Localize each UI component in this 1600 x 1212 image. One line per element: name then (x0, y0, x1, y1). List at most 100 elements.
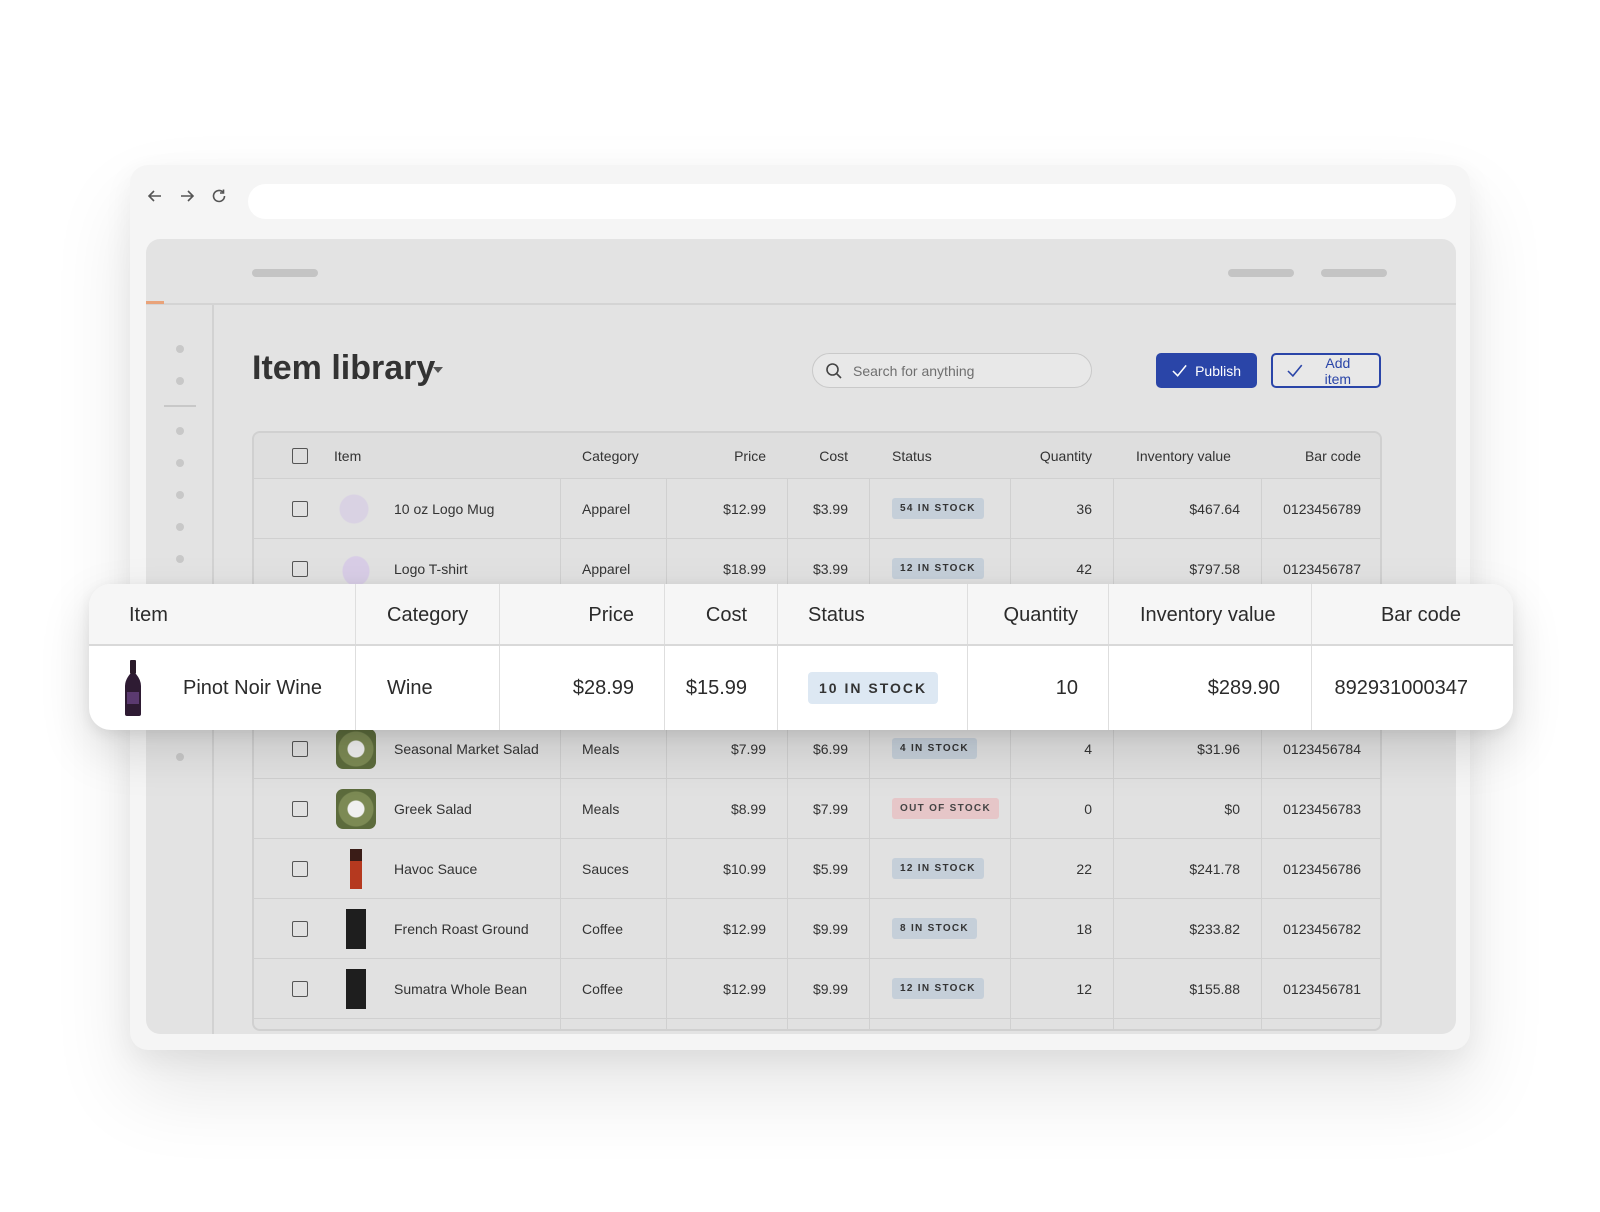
item-name[interactable]: French Roast Ground (394, 921, 529, 937)
item-cost: $9.99 (812, 980, 848, 997)
item-name[interactable]: Havoc Sauce (394, 861, 477, 877)
item-quantity: 42 (1076, 560, 1092, 577)
caret-down-icon[interactable] (433, 367, 443, 373)
topbar-placeholder (1228, 269, 1294, 277)
sidebar-item[interactable] (176, 491, 184, 499)
item-quantity: 22 (1076, 860, 1092, 877)
page-title: Item library (252, 349, 436, 387)
reload-icon[interactable] (210, 187, 228, 205)
item-quantity: 4 (1084, 740, 1092, 757)
select-all-checkbox[interactable] (292, 447, 308, 464)
row-checkbox[interactable] (292, 980, 308, 997)
row-checkbox[interactable] (292, 560, 308, 577)
item-inventory-value: $467.64 (1189, 500, 1240, 517)
table-row[interactable]: French Roast Ground Coffee $12.99 $9.99 8 IN… (254, 899, 1380, 959)
item-category: Coffee (582, 980, 623, 997)
column-header-bar-code[interactable]: Bar code (1305, 448, 1361, 464)
row-checkbox[interactable] (292, 920, 308, 937)
sidebar-item[interactable] (176, 377, 184, 385)
item-bar-code: 0123456786 (1283, 860, 1361, 877)
sidebar-item[interactable] (176, 555, 184, 563)
item-name[interactable]: Greek Salad (394, 801, 472, 817)
table-row[interactable]: Havoc Sauce Sauces $10.99 $5.99 12 IN STOCK 2… (254, 839, 1380, 899)
topbar-placeholder (252, 269, 318, 277)
item-category: Sauces (582, 860, 629, 877)
column-header-item[interactable]: Item (334, 448, 361, 464)
item-price: $8.99 (730, 800, 766, 817)
card-header-inventory-value: Inventory value (1140, 603, 1276, 626)
item-thumbnail-salad (336, 788, 376, 829)
card-header-cost: Cost (705, 603, 747, 626)
sidebar-item[interactable] (176, 523, 184, 531)
item-name[interactable]: Seasonal Market Salad (394, 741, 539, 757)
card-header-quantity: Quantity (1003, 603, 1078, 626)
item-bar-code: 0123456787 (1283, 560, 1361, 577)
table-row[interactable]: 10 oz Logo Mug Apparel $12.99 $3.99 54 IN ST… (254, 479, 1380, 539)
column-header-cost[interactable]: Cost (819, 448, 848, 464)
row-checkbox[interactable] (292, 800, 308, 817)
card-header-status: Status (808, 603, 865, 626)
arrow-left-icon[interactable] (146, 187, 164, 205)
item-table: Item Category Price Cost Status Quantity… (252, 431, 1382, 1031)
item-cost: $3.99 (812, 500, 848, 517)
item-category: Meals (582, 740, 620, 757)
item-inventory-value: $31.96 (1197, 740, 1240, 757)
item-quantity: 12 (1076, 980, 1092, 997)
item-thumbnail-coffee (336, 908, 376, 949)
item-inventory-value: $797.58 (1189, 560, 1240, 577)
browser-nav (146, 187, 228, 205)
add-item-button[interactable]: Add item (1271, 353, 1381, 388)
status-badge: 12 IN STOCK (892, 978, 984, 999)
card-header-item: Item (129, 603, 168, 626)
status-badge: 10 IN STOCK (808, 672, 939, 704)
column-header-quantity[interactable]: Quantity (1040, 448, 1092, 464)
item-name[interactable]: Sumatra Whole Bean (394, 981, 527, 997)
column-header-status[interactable]: Status (892, 448, 932, 464)
item-bar-code: 0123456784 (1283, 740, 1361, 757)
card-header-category: Category (387, 603, 469, 626)
card-category: Wine (387, 676, 433, 699)
item-price: $12.99 (723, 500, 766, 517)
item-name[interactable]: 10 oz Logo Mug (394, 501, 494, 517)
status-badge: 4 IN STOCK (892, 738, 977, 759)
sidebar-accent (146, 301, 164, 304)
sidebar-divider (164, 405, 196, 407)
sidebar-item[interactable] (176, 753, 184, 761)
column-header-category[interactable]: Category (582, 448, 639, 464)
search-input[interactable] (853, 360, 1073, 382)
item-inventory-value: $155.88 (1189, 980, 1240, 997)
item-name[interactable]: Logo T-shirt (394, 561, 468, 577)
item-inventory-value: $241.78 (1189, 860, 1240, 877)
item-bar-code: 0123456781 (1283, 980, 1361, 997)
column-header-inventory-value[interactable]: Inventory value (1136, 448, 1231, 464)
sidebar-item[interactable] (176, 345, 184, 353)
arrow-right-icon[interactable] (178, 187, 196, 205)
search-field[interactable] (812, 353, 1092, 388)
card-header-bar-code: Bar code (1380, 603, 1461, 626)
row-checkbox[interactable] (292, 860, 308, 877)
status-badge: OUT OF STOCK (892, 798, 999, 819)
publish-label: Publish (1195, 362, 1241, 379)
sidebar-item[interactable] (176, 427, 184, 435)
item-cost: $9.99 (812, 920, 848, 937)
sidebar-item[interactable] (176, 459, 184, 467)
item-bar-code: 0123456789 (1283, 500, 1361, 517)
item-price: $18.99 (723, 560, 766, 577)
url-bar[interactable] (248, 184, 1456, 219)
row-checkbox[interactable] (292, 740, 308, 757)
publish-button[interactable]: Publish (1156, 353, 1257, 388)
row-checkbox[interactable] (292, 500, 308, 517)
table-row[interactable]: Greek Salad Meals $8.99 $7.99 OUT OF STOCK 0 $… (254, 779, 1380, 839)
column-header-price[interactable]: Price (734, 448, 766, 464)
item-price: $12.99 (723, 920, 766, 937)
item-bar-code: 0123456782 (1283, 920, 1361, 937)
status-badge: 12 IN STOCK (892, 858, 984, 879)
status-badge: 12 IN STOCK (892, 558, 984, 579)
card-bar-code: 892931000347 (1334, 676, 1468, 699)
app-topbar (146, 239, 1456, 305)
table-row[interactable]: Sumatra Whole Bean Coffee $12.99 $9.99 12 IN… (254, 959, 1380, 1019)
card-header-row: Item Category Price Cost Status Quantity… (89, 584, 1513, 646)
topbar-placeholder (1321, 269, 1387, 277)
status-badge: 54 IN STOCK (892, 498, 984, 519)
item-quantity: 36 (1076, 500, 1092, 517)
